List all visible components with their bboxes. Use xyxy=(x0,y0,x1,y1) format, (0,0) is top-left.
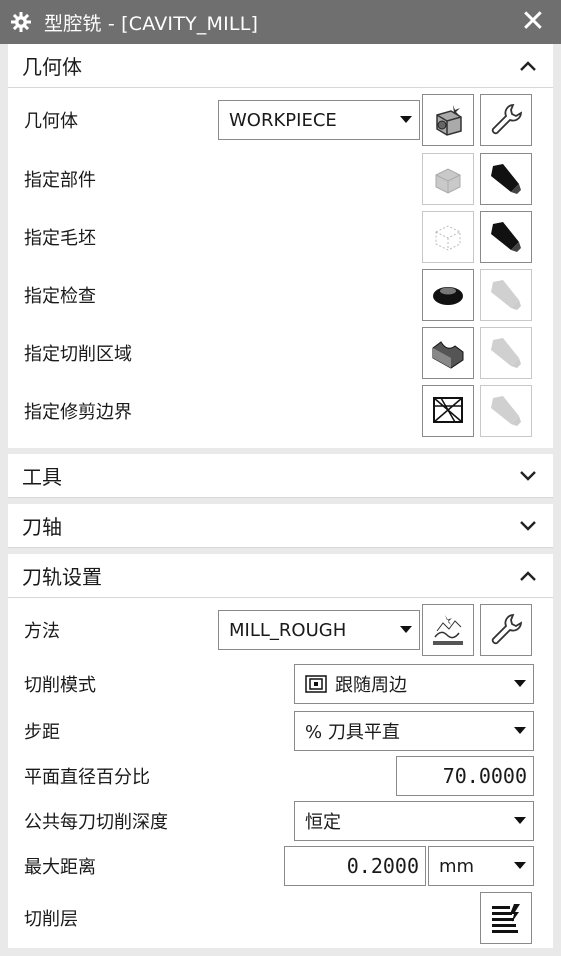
specify-part-row: 指定部件 xyxy=(8,150,553,208)
wrench-icon xyxy=(491,104,522,135)
tool-section-header[interactable]: 工具 xyxy=(8,454,553,498)
stepover-dropdown[interactable]: % 刀具平直 xyxy=(294,711,534,751)
specify-check-row: 指定检查 xyxy=(8,266,553,324)
row-label: 指定部件 xyxy=(24,170,96,191)
flashlight-icon xyxy=(491,164,521,194)
gear-icon[interactable] xyxy=(10,11,32,33)
row-label: 指定切削区域 xyxy=(24,344,132,365)
dropdown-value: 跟随周边 xyxy=(335,675,407,696)
row-label: 公共每刀切削深度 xyxy=(24,812,168,833)
unit-dropdown[interactable]: mm xyxy=(428,846,534,886)
geometry-row: 几何体 WORKPIECE xyxy=(8,90,553,150)
row-label: 指定修剪边界 xyxy=(24,402,132,423)
chevron-up-icon[interactable] xyxy=(517,565,539,587)
chevron-down-icon xyxy=(393,116,419,124)
stepover-row: 步距 % 刀具平直 xyxy=(8,708,553,754)
percent-diameter-input[interactable]: 70.0000 xyxy=(396,756,534,796)
chevron-up-icon[interactable] xyxy=(517,55,539,77)
method-row: 方法 MILL_ROUGH xyxy=(8,600,553,660)
geometry-dropdown[interactable]: WORKPIECE xyxy=(218,100,420,140)
path-settings-section-header[interactable]: 刀轨设置 xyxy=(8,554,553,598)
chevron-down-icon[interactable] xyxy=(517,515,539,537)
row-label: 指定毛坯 xyxy=(24,228,96,249)
percent-diameter-row: 平面直径百分比 70.0000 xyxy=(8,754,553,798)
new-method-icon xyxy=(433,615,463,645)
cut-area-icon xyxy=(432,341,464,369)
tool-axis-section-header[interactable]: 刀轴 xyxy=(8,504,553,548)
row-label: 最大距离 xyxy=(24,857,96,878)
cut-levels-row: 切削层 xyxy=(8,888,553,948)
display-part-button[interactable] xyxy=(480,153,532,205)
select-blank-button[interactable] xyxy=(422,211,474,263)
geometry-section-header[interactable]: 几何体 xyxy=(8,44,553,88)
select-cut-area-button[interactable] xyxy=(422,327,474,379)
cut-levels-button[interactable] xyxy=(480,892,532,944)
section-title: 几何体 xyxy=(22,55,82,79)
display-blank-button[interactable] xyxy=(480,211,532,263)
row-label: 步距 xyxy=(24,722,60,743)
tool-axis-section: 刀轴 xyxy=(8,504,553,554)
dropdown-value: MILL_ROUGH xyxy=(229,619,347,641)
dropdown-value: mm xyxy=(439,855,475,877)
chevron-down-icon xyxy=(393,626,419,634)
specify-trim-boundary-row: 指定修剪边界 xyxy=(8,382,553,440)
row-label: 切削模式 xyxy=(24,675,96,696)
title-bar: 型腔铣 - [CAVITY_MILL] ✕ xyxy=(0,0,561,44)
select-part-button[interactable] xyxy=(422,153,474,205)
edit-geometry-button[interactable] xyxy=(480,94,532,146)
part-icon xyxy=(435,168,461,194)
max-distance-input[interactable]: 0.2000 xyxy=(284,846,426,886)
chevron-down-icon xyxy=(507,862,533,870)
check-geometry-icon xyxy=(433,287,463,305)
panel-bottom-edge xyxy=(0,950,561,956)
row-label: 指定检查 xyxy=(24,286,96,307)
row-label: 切削层 xyxy=(24,909,78,930)
chevron-down-icon xyxy=(507,727,533,735)
edit-method-button[interactable] xyxy=(480,604,532,656)
window-title: 型腔铣 - [CAVITY_MILL] xyxy=(44,12,259,35)
trim-boundary-icon xyxy=(433,397,463,423)
flashlight-icon xyxy=(491,280,521,310)
row-label: 几何体 xyxy=(24,111,78,132)
dropdown-value: % 刀具平直 xyxy=(305,722,400,743)
geometry-section: 几何体 几何体 WORKPIECE 指定部件 指定毛坯 指定检查 指定切削区域 … xyxy=(8,44,553,454)
cut-pattern-dropdown[interactable]: 跟随周边 xyxy=(294,664,534,704)
new-geometry-button[interactable] xyxy=(422,94,474,146)
specify-cut-area-row: 指定切削区域 xyxy=(8,324,553,382)
method-dropdown[interactable]: MILL_ROUGH xyxy=(218,610,420,650)
cut-levels-icon xyxy=(492,904,520,933)
section-title: 刀轴 xyxy=(22,515,62,539)
select-check-button[interactable] xyxy=(422,269,474,321)
new-geometry-icon xyxy=(436,105,462,136)
tool-section: 工具 xyxy=(8,454,553,504)
max-distance-row: 最大距离 0.2000 mm xyxy=(8,844,553,888)
wrench-icon xyxy=(491,614,522,645)
chevron-down-icon[interactable] xyxy=(517,465,539,487)
path-settings-section: 刀轨设置 方法 MILL_ROUGH 切削模式 跟随周边 步距 % 刀具平直 平… xyxy=(8,554,553,948)
dropdown-value: 恒定 xyxy=(305,812,341,833)
display-check-button[interactable] xyxy=(480,269,532,321)
cut-pattern-row: 切削模式 跟随周边 xyxy=(8,660,553,708)
flashlight-icon xyxy=(491,222,521,252)
new-method-button[interactable] xyxy=(422,604,474,656)
flashlight-icon xyxy=(491,338,521,368)
display-trim-boundary-button[interactable] xyxy=(480,385,532,437)
specify-blank-row: 指定毛坯 xyxy=(8,208,553,266)
depth-per-cut-row: 公共每刀切削深度 恒定 xyxy=(8,798,553,844)
close-icon[interactable]: ✕ xyxy=(515,7,551,37)
section-title: 工具 xyxy=(22,465,62,489)
chevron-down-icon xyxy=(507,680,533,688)
select-trim-boundary-button[interactable] xyxy=(422,385,474,437)
blank-icon xyxy=(435,225,461,251)
depth-mode-dropdown[interactable]: 恒定 xyxy=(294,801,534,841)
section-title: 刀轨设置 xyxy=(22,565,102,589)
row-label: 平面直径百分比 xyxy=(24,767,150,788)
follow-periphery-icon xyxy=(305,675,327,693)
flashlight-icon xyxy=(491,396,521,426)
row-label: 方法 xyxy=(24,621,60,642)
dropdown-value: WORKPIECE xyxy=(229,109,337,131)
display-cut-area-button[interactable] xyxy=(480,327,532,379)
chevron-down-icon xyxy=(507,817,533,825)
